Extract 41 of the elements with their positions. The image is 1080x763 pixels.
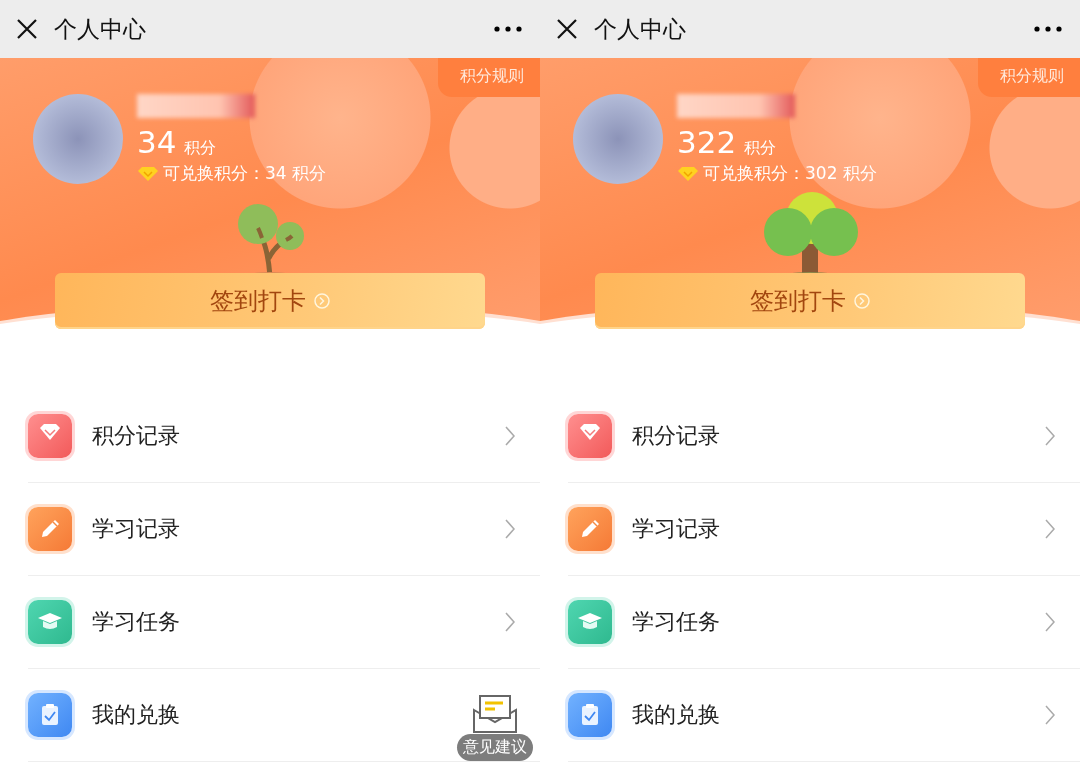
redeemable-points: 可兑换积分：34 积分	[163, 162, 327, 185]
page-title: 个人中心	[594, 14, 687, 44]
pencil-icon	[568, 507, 612, 551]
check-in-button[interactable]: 签到打卡	[595, 273, 1025, 329]
menu-item[interactable]: 学习记录	[568, 483, 1080, 576]
menu-label: 学习记录	[92, 515, 180, 543]
clipboard-check-icon	[568, 693, 612, 737]
menu-label: 学习任务	[92, 608, 180, 636]
menu-item[interactable]: 学习任务	[568, 576, 1080, 669]
circled-chevron-icon	[314, 293, 330, 309]
clipboard-check-icon	[28, 693, 72, 737]
menu-item[interactable]: 学习任务	[28, 576, 540, 669]
redeemable-points: 可兑换积分：302 积分	[703, 162, 877, 185]
menu-item[interactable]: 积分记录	[568, 390, 1080, 483]
points-value: 322	[677, 124, 737, 160]
menu-item[interactable]: 我的兑换	[568, 669, 1080, 762]
points-unit: 积分	[744, 138, 777, 159]
menu-label: 学习任务	[632, 608, 720, 636]
diamond-icon	[137, 165, 159, 182]
check-in-button[interactable]: 签到打卡	[55, 273, 485, 329]
menu-label: 我的兑换	[632, 701, 720, 729]
points-unit: 积分	[184, 138, 217, 159]
graduation-cap-icon	[568, 600, 612, 644]
menu-item[interactable]: 学习记录	[28, 483, 540, 576]
feedback-button[interactable]: 意见建议	[454, 694, 536, 763]
points-value: 34	[137, 124, 177, 160]
envelope-icon	[471, 694, 519, 734]
menu-label: 积分记录	[632, 422, 720, 450]
menu-label: 我的兑换	[92, 701, 180, 729]
circled-chevron-icon	[854, 293, 870, 309]
diamond-icon	[677, 165, 699, 182]
more-icon[interactable]	[1034, 26, 1062, 32]
menu-label: 积分记录	[92, 422, 180, 450]
menu-item[interactable]: 积分记录	[28, 390, 540, 483]
close-icon[interactable]	[556, 18, 578, 40]
close-icon[interactable]	[16, 18, 38, 40]
more-icon[interactable]	[494, 26, 522, 32]
page-title: 个人中心	[54, 14, 147, 44]
graduation-cap-icon	[28, 600, 72, 644]
pencil-icon	[28, 507, 72, 551]
menu-label: 学习记录	[632, 515, 720, 543]
